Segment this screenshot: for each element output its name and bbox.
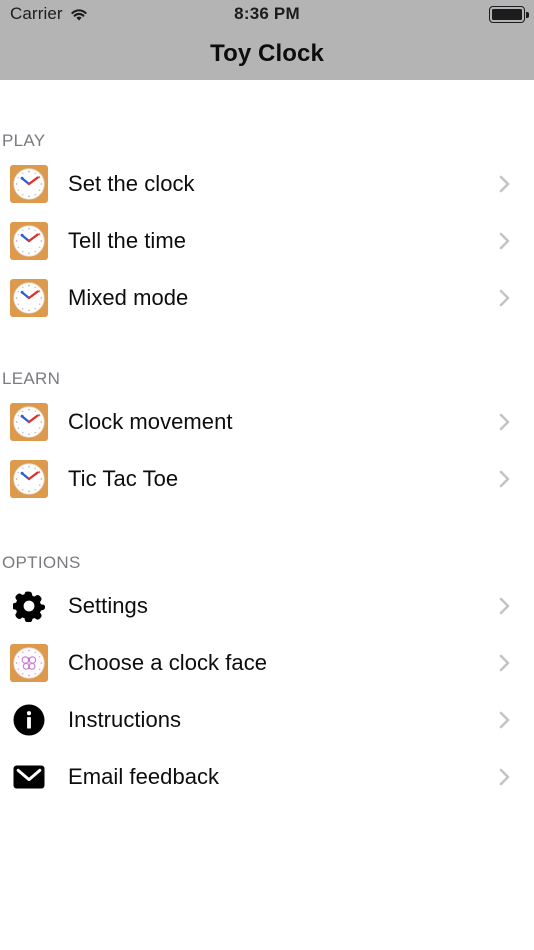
chevron-right-icon — [498, 468, 512, 490]
menu-item-clock-movement[interactable]: Clock movement — [0, 393, 534, 450]
menu-item-label: Choose a clock face — [68, 650, 267, 676]
menu-item-instructions[interactable]: Instructions — [0, 691, 534, 748]
menu-item-tell-the-time[interactable]: Tell the time — [0, 212, 534, 269]
status-bar-right — [489, 6, 525, 23]
page-title: Toy Clock — [210, 40, 324, 68]
chevron-right-icon — [498, 709, 512, 731]
status-bar-clock: 8:36 PM — [0, 4, 534, 24]
clock-tile-icon — [10, 403, 48, 441]
menu-item-label: Email feedback — [68, 764, 219, 790]
menu-item-label: Tell the time — [68, 228, 186, 254]
menu-item-tic-tac-toe[interactable]: Tic Tac Toe — [0, 450, 534, 507]
chevron-right-icon — [498, 652, 512, 674]
section-header-play: PLAY — [0, 127, 534, 155]
info-circle-icon — [10, 701, 48, 739]
menu-item-choose-a-clock-face[interactable]: Choose a clock face — [0, 634, 534, 691]
menu-item-label: Tic Tac Toe — [68, 466, 178, 492]
navigation-bar: Toy Clock — [0, 28, 534, 80]
menu-item-settings[interactable]: Settings — [0, 577, 534, 634]
chevron-right-icon — [498, 595, 512, 617]
main-menu-list: PLAY — [0, 80, 534, 805]
section-header-learn: LEARN — [0, 365, 534, 393]
chevron-right-icon — [498, 411, 512, 433]
chevron-right-icon — [498, 173, 512, 195]
menu-item-email-feedback[interactable]: Email feedback — [0, 748, 534, 805]
chevron-right-icon — [498, 287, 512, 309]
clock-tile-icon — [10, 165, 48, 203]
gear-icon — [10, 587, 48, 625]
battery-level-fill — [492, 9, 523, 21]
menu-item-label: Instructions — [68, 707, 181, 733]
status-bar: Carrier 8:36 PM — [0, 0, 534, 28]
envelope-icon — [10, 758, 48, 796]
app-chrome: Carrier 8:36 PM Toy Clock — [0, 0, 534, 80]
menu-item-label: Set the clock — [68, 171, 195, 197]
menu-item-label: Clock movement — [68, 409, 233, 435]
battery-full-icon — [489, 6, 525, 23]
menu-item-label: Settings — [68, 593, 148, 619]
clock-tile-icon — [10, 279, 48, 317]
menu-item-label: Mixed mode — [68, 285, 188, 311]
chevron-right-icon — [498, 230, 512, 252]
clock-face-fancy-icon — [10, 644, 48, 682]
chevron-right-icon — [498, 766, 512, 788]
clock-tile-icon — [10, 222, 48, 260]
clock-tile-icon — [10, 460, 48, 498]
menu-item-mixed-mode[interactable]: Mixed mode — [0, 269, 534, 326]
section-header-options: OPTIONS — [0, 549, 534, 577]
menu-item-set-the-clock[interactable]: Set the clock — [0, 155, 534, 212]
